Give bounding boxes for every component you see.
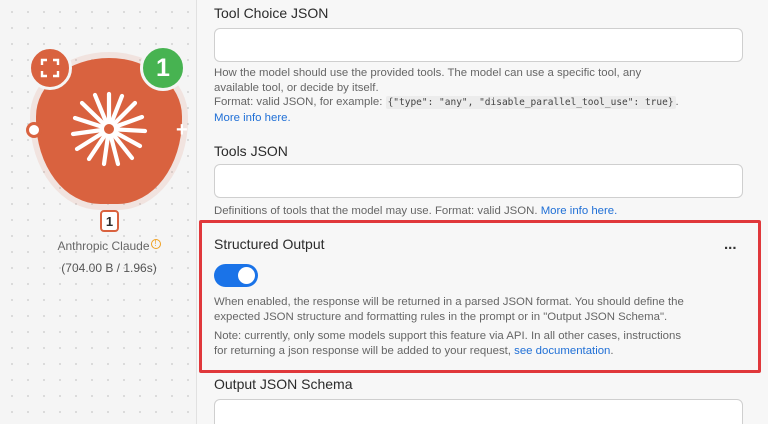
toggle-knob <box>238 267 255 284</box>
output-schema-label: Output JSON Schema <box>214 376 353 392</box>
add-module-icon[interactable]: + <box>176 120 194 140</box>
structured-output-toggle[interactable] <box>214 264 258 287</box>
expand-icon <box>40 58 60 78</box>
structured-output-note: Note: currently, only some models suppor… <box>214 330 682 357</box>
output-schema-input[interactable] <box>214 399 743 424</box>
warning-icon: ! <box>150 239 161 249</box>
tool-choice-more-info-link[interactable]: More info here. <box>214 112 291 124</box>
operations-count-badge[interactable]: 1 <box>140 45 186 91</box>
tools-json-label: Tools JSON <box>214 143 288 159</box>
module-settings-panel: Tool Choice JSON How the model should us… <box>196 0 768 424</box>
tools-json-more-info-link[interactable]: More info here. <box>541 205 618 217</box>
more-options-icon[interactable]: ... <box>724 236 737 253</box>
tool-choice-label: Tool Choice JSON <box>214 5 329 21</box>
node-name-label: Anthropic Claude! <box>0 239 218 253</box>
tools-json-input[interactable] <box>214 164 743 198</box>
anthropic-claude-logo-icon <box>70 91 148 167</box>
node-meta-label: (704.00 B / 1.96s) <box>61 261 157 275</box>
tool-choice-example: {"type": "any", "disable_parallel_tool_u… <box>385 96 676 109</box>
expand-button[interactable] <box>28 46 72 90</box>
input-port[interactable] <box>26 122 42 138</box>
tool-choice-help: How the model should use the provided to… <box>214 67 679 124</box>
node-index-badge: 1 <box>100 210 119 232</box>
structured-output-description: When enabled, the response will be retur… <box>214 296 684 323</box>
structured-output-label: Structured Output <box>214 236 325 252</box>
tool-choice-input[interactable] <box>214 28 743 62</box>
scenario-canvas: 1 + 1 Anthropic Claude! (704.00 B / 1.96… <box>0 0 196 424</box>
tools-json-help: Definitions of tools that the model may … <box>214 205 618 217</box>
see-documentation-link[interactable]: see documentation <box>514 345 610 357</box>
